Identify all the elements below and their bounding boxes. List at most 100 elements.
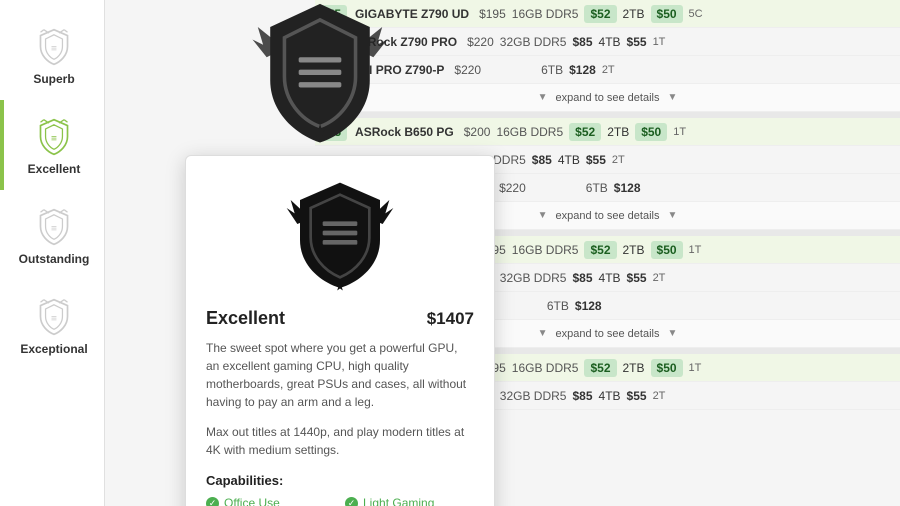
storage-price-badge: $50 <box>651 5 683 23</box>
popup-shield-icon: ★ <box>285 176 395 296</box>
product-price: $220 <box>454 63 481 77</box>
extra: 1T <box>689 244 702 256</box>
extra-label: 5C <box>689 8 703 20</box>
storage-label: 2TB <box>623 7 645 21</box>
ram-price-badge: $52 <box>584 241 616 259</box>
expand-label: expand to see details <box>556 210 660 222</box>
content-area: ★ $55 GIGABYTE Z790 UD $195 16GB DDR5 $5… <box>105 0 900 506</box>
extra: 1T <box>689 362 702 374</box>
extra: 1T <box>673 126 686 138</box>
ram-label: 16GB DDR5 <box>496 125 563 139</box>
storage-label: 2TB <box>607 125 629 139</box>
svg-text:≡: ≡ <box>51 224 57 235</box>
product-price: $220 <box>467 35 494 49</box>
ram-price-badge: $52 <box>584 359 616 377</box>
expand-arrow-left: ▼ <box>538 210 548 221</box>
ram-price-badge: $52 <box>569 123 601 141</box>
ram-label: 16GB DDR5 <box>512 361 579 375</box>
capabilities-title: Capabilities: <box>206 473 474 488</box>
sidebar-label-excellent: Excellent <box>28 162 81 176</box>
extra: 2T <box>612 154 625 166</box>
capability-light-gaming[interactable]: ✓ Light Gaming <box>345 496 474 506</box>
extra: 2T <box>653 390 666 402</box>
extra: 2T <box>602 64 615 76</box>
expand-arrow-left: ▼ <box>538 328 548 339</box>
sidebar-label-outstanding: Outstanding <box>19 252 90 266</box>
product-price: $220 <box>499 181 526 195</box>
storage-price: $55 <box>627 35 647 49</box>
ram-label: 32GB DDR5 <box>500 389 567 403</box>
storage-label: 6TB <box>547 299 569 313</box>
storage-price-badge: $50 <box>635 123 667 141</box>
capabilities-grid: ✓ Office Use ✓ Heavy Gaming ✓ Photo Edit… <box>206 496 474 506</box>
storage-label: 6TB <box>541 63 563 77</box>
storage-price-badge: $50 <box>651 359 683 377</box>
ram-label: 16GB DDR5 <box>512 7 579 21</box>
product-price: $200 <box>464 125 491 139</box>
storage-label: 2TB <box>623 361 645 375</box>
expand-arrow-left: ▼ <box>538 92 548 103</box>
storage-price: $55 <box>586 153 606 167</box>
expand-arrow-right: ▼ <box>667 328 677 339</box>
capability-office-use[interactable]: ✓ Office Use <box>206 496 335 506</box>
ram-label: 32GB DDR5 <box>500 35 567 49</box>
excellent-shield-icon: ≡ <box>35 118 73 156</box>
ram-label: 16GB DDR5 <box>512 243 579 257</box>
expand-label: expand to see details <box>556 92 660 104</box>
popup-title: Excellent <box>206 308 285 329</box>
cap-label-office-use: Office Use <box>224 496 280 506</box>
storage-price-badge: $50 <box>651 241 683 259</box>
exceptional-shield-icon: ≡ <box>35 298 73 336</box>
expand-arrow-right: ▼ <box>667 92 677 103</box>
ram-price: $85 <box>532 153 552 167</box>
main-layout: ≡ Superb ≡ Excellent <box>0 0 900 506</box>
capabilities-col-left: ✓ Office Use ✓ Heavy Gaming ✓ Photo Edit… <box>206 496 335 506</box>
svg-text:≡: ≡ <box>51 134 57 145</box>
cap-dot-green: ✓ <box>206 497 219 506</box>
popup-description: The sweet spot where you get a powerful … <box>206 339 474 411</box>
superb-large-logo: ★ <box>220 0 420 160</box>
sidebar: ≡ Superb ≡ Excellent <box>0 0 105 506</box>
outstanding-shield-icon: ≡ <box>35 208 73 246</box>
popup-logo: ★ <box>206 176 474 296</box>
popup-header: Excellent $1407 <box>206 308 474 329</box>
sidebar-item-excellent[interactable]: ≡ Excellent <box>0 100 104 190</box>
cap-label-light-gaming: Light Gaming <box>363 496 434 506</box>
ram-price: $85 <box>572 35 592 49</box>
product-price: $195 <box>479 7 506 21</box>
storage-price: $55 <box>627 271 647 285</box>
storage-label: 4TB <box>599 389 621 403</box>
extra: 2T <box>653 272 666 284</box>
ram-price: $85 <box>572 271 592 285</box>
svg-text:★: ★ <box>312 121 328 141</box>
storage-label: 2TB <box>623 243 645 257</box>
expand-label: expand to see details <box>556 328 660 340</box>
ram-label: 32GB DDR5 <box>500 271 567 285</box>
sidebar-label-exceptional: Exceptional <box>20 342 87 356</box>
expand-arrow-right: ▼ <box>667 210 677 221</box>
popup-card: ★ Excellent $1407 The sweet spot where y… <box>185 155 495 506</box>
ram-price-badge: $52 <box>584 5 616 23</box>
storage-label: 4TB <box>558 153 580 167</box>
popup-extra-description: Max out titles at 1440p, and play modern… <box>206 423 474 459</box>
superb-shield-icon: ≡ <box>35 28 73 66</box>
storage-price: $128 <box>569 63 596 77</box>
svg-text:★: ★ <box>335 280 346 294</box>
storage-price: $128 <box>614 181 641 195</box>
svg-text:≡: ≡ <box>51 314 57 325</box>
storage-label: 4TB <box>599 35 621 49</box>
capabilities-col-right: ✓ Light Gaming ✓ Game Streaming ✓ VR Gam… <box>345 496 474 506</box>
cap-dot-green: ✓ <box>345 497 358 506</box>
popup-price: $1407 <box>427 309 474 329</box>
ram-price: $85 <box>572 389 592 403</box>
sidebar-label-superb: Superb <box>33 72 74 86</box>
storage-label: 4TB <box>599 271 621 285</box>
sidebar-item-outstanding[interactable]: ≡ Outstanding <box>0 190 104 280</box>
storage-price: $128 <box>575 299 602 313</box>
sidebar-item-superb[interactable]: ≡ Superb <box>0 10 104 100</box>
storage-label: 6TB <box>586 181 608 195</box>
sidebar-item-exceptional[interactable]: ≡ Exceptional <box>0 280 104 370</box>
extra: 1T <box>653 36 666 48</box>
svg-text:≡: ≡ <box>51 44 57 55</box>
storage-price: $55 <box>627 389 647 403</box>
